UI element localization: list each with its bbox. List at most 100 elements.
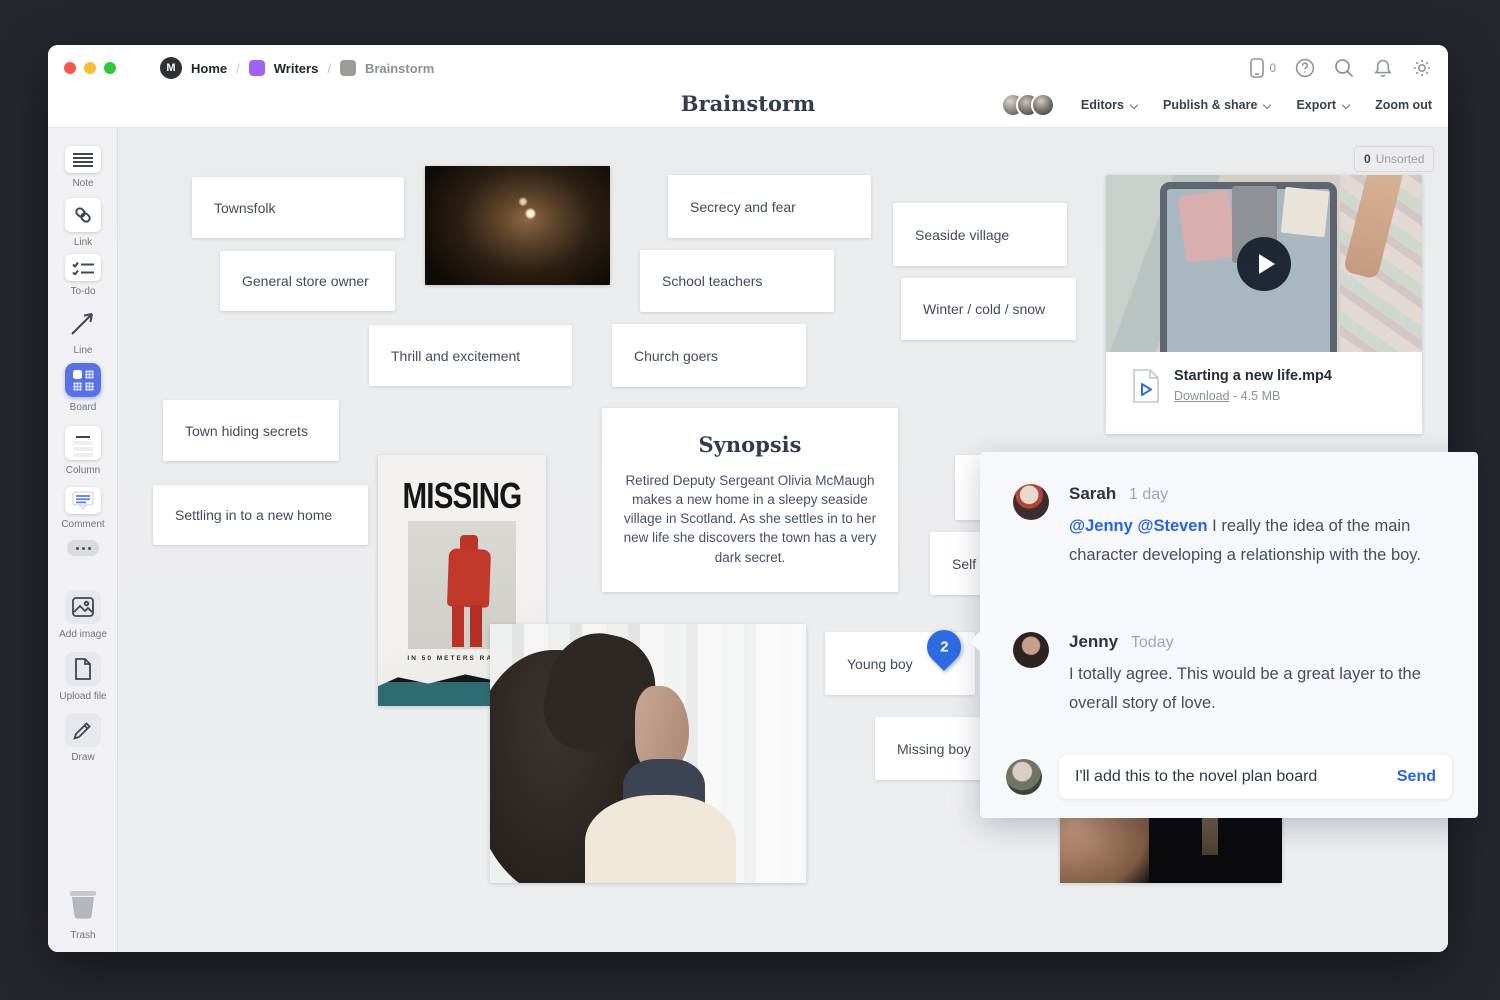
tool-upload-file[interactable]: Upload file: [48, 652, 118, 702]
tool-line[interactable]: Line: [48, 306, 118, 356]
poster-headline: MISSING: [393, 475, 531, 517]
comment-author: Jenny: [1069, 632, 1118, 651]
more-tools-button[interactable]: [48, 540, 118, 556]
help-button[interactable]: [1295, 58, 1315, 78]
help-icon: [1295, 58, 1315, 78]
comment-input[interactable]: [1075, 768, 1387, 786]
tool-add-image[interactable]: Add image: [48, 590, 118, 640]
tool-note[interactable]: Note: [48, 146, 118, 189]
zoom-out-label: Zoom out: [1375, 98, 1432, 112]
note-label: Townsfolk: [214, 200, 275, 216]
draw-pencil-icon: [65, 713, 101, 747]
note-card[interactable]: Secrecy and fear: [668, 175, 871, 238]
app-logo-icon[interactable]: M: [160, 57, 182, 79]
chevron-down-icon: [1263, 101, 1271, 109]
notifications-button[interactable]: [1373, 58, 1393, 78]
screen: M Home / Writers / Brainstorm 0: [0, 0, 1500, 1000]
video-thumbnail: [1106, 175, 1422, 352]
note-card[interactable]: Settling in to a new home: [153, 485, 368, 545]
download-link[interactable]: Download: [1174, 389, 1230, 403]
minimize-button[interactable]: [84, 62, 96, 74]
woman-window-photo[interactable]: [490, 624, 806, 883]
tunnel-photo[interactable]: [425, 166, 610, 285]
note-card[interactable]: Thrill and excitement: [369, 325, 572, 386]
note-card[interactable]: School teachers: [640, 250, 834, 312]
note-label: General store owner: [242, 273, 369, 289]
tool-board[interactable]: Board: [48, 363, 118, 413]
tool-label: Line: [74, 345, 93, 356]
video-file-icon: [1132, 369, 1160, 403]
synopsis-card[interactable]: Synopsis Retired Deputy Sergeant Olivia …: [602, 408, 898, 592]
avatar: [1031, 93, 1055, 117]
avatar: [1013, 632, 1049, 668]
bell-icon: [1373, 58, 1393, 78]
editors-menu[interactable]: Editors: [1081, 98, 1137, 112]
file-size: - 4.5 MB: [1233, 389, 1280, 403]
comment-count: 2: [940, 639, 948, 656]
tool-draw[interactable]: Draw: [48, 713, 118, 763]
note-label: Self: [952, 556, 976, 572]
publish-share-menu[interactable]: Publish & share: [1163, 98, 1270, 112]
note-label: Secrecy and fear: [690, 199, 796, 215]
note-card[interactable]: Seaside village: [893, 203, 1067, 266]
column-icon: [65, 426, 101, 460]
breadcrumb-home[interactable]: Home: [191, 61, 227, 76]
note-card[interactable]: Town hiding secrets: [163, 400, 339, 461]
note-label: Church goers: [634, 348, 718, 364]
tool-label: Upload file: [59, 691, 106, 702]
tool-comment[interactable]: Comment: [48, 487, 118, 530]
tool-label: Add image: [59, 629, 107, 640]
settings-button[interactable]: [1412, 58, 1432, 78]
breadcrumb-writers[interactable]: Writers: [274, 61, 319, 76]
unsorted-label: Unsorted: [1376, 152, 1425, 166]
note-card[interactable]: Church goers: [612, 324, 806, 387]
maximize-button[interactable]: [104, 62, 116, 74]
send-button[interactable]: Send: [1397, 768, 1436, 786]
trash-target[interactable]: Trash: [48, 888, 118, 941]
note-card[interactable]: Townsfolk: [192, 177, 404, 238]
tool-label: Note: [72, 178, 93, 189]
device-icon: [1250, 58, 1264, 78]
tool-sidebar: Note Link To-do: [48, 128, 118, 952]
window-controls: [64, 62, 116, 74]
device-preview-button[interactable]: 0: [1250, 58, 1276, 78]
export-menu[interactable]: Export: [1296, 98, 1349, 112]
tool-label: Link: [74, 237, 92, 248]
ellipsis-icon: [67, 540, 99, 556]
unsorted-badge[interactable]: 0 Unsorted: [1354, 146, 1434, 172]
tool-link[interactable]: Link: [48, 198, 118, 248]
note-icon: [65, 146, 101, 173]
gear-icon: [1412, 58, 1432, 78]
note-label: Missing boy: [897, 741, 971, 757]
breadcrumb-brainstorm[interactable]: Brainstorm: [365, 61, 434, 76]
add-image-icon: [65, 590, 101, 624]
mention-link[interactable]: @Jenny @Steven: [1069, 517, 1208, 535]
breadcrumb-separator: /: [327, 61, 331, 76]
comment-time: 1 day: [1129, 486, 1168, 503]
link-icon: [65, 198, 101, 232]
video-filename: Starting a new life.mp4: [1174, 368, 1332, 384]
close-button[interactable]: [64, 62, 76, 74]
tool-column[interactable]: Column: [48, 426, 118, 476]
comment-thread-panel: Sarah 1 day @Jenny @Steven I really the …: [980, 452, 1478, 818]
search-button[interactable]: [1334, 58, 1354, 78]
note-label: Settling in to a new home: [175, 507, 332, 523]
play-button[interactable]: [1237, 237, 1291, 291]
tool-todo[interactable]: To-do: [48, 254, 118, 297]
note-card[interactable]: General store owner: [220, 251, 395, 311]
editor-avatars[interactable]: [1001, 93, 1055, 117]
note-label: School teachers: [662, 273, 762, 289]
zoom-out-button[interactable]: Zoom out: [1375, 98, 1432, 112]
note-card[interactable]: Winter / cold / snow: [901, 278, 1076, 340]
video-card[interactable]: Starting a new life.mp4 Download - 4.5 M…: [1106, 175, 1422, 434]
device-count: 0: [1269, 61, 1276, 75]
tool-label: Board: [70, 402, 97, 413]
comment-text: I totally agree. This would be a great l…: [1069, 665, 1421, 712]
comment-time: Today: [1131, 634, 1174, 651]
chevron-down-icon: [1130, 101, 1138, 109]
trash-icon: [66, 888, 100, 925]
brainstorm-board-icon: [340, 60, 356, 76]
comment: Jenny Today I totally agree. This would …: [1013, 632, 1452, 719]
tool-label: To-do: [70, 286, 95, 297]
comment-author: Sarah: [1069, 484, 1116, 503]
